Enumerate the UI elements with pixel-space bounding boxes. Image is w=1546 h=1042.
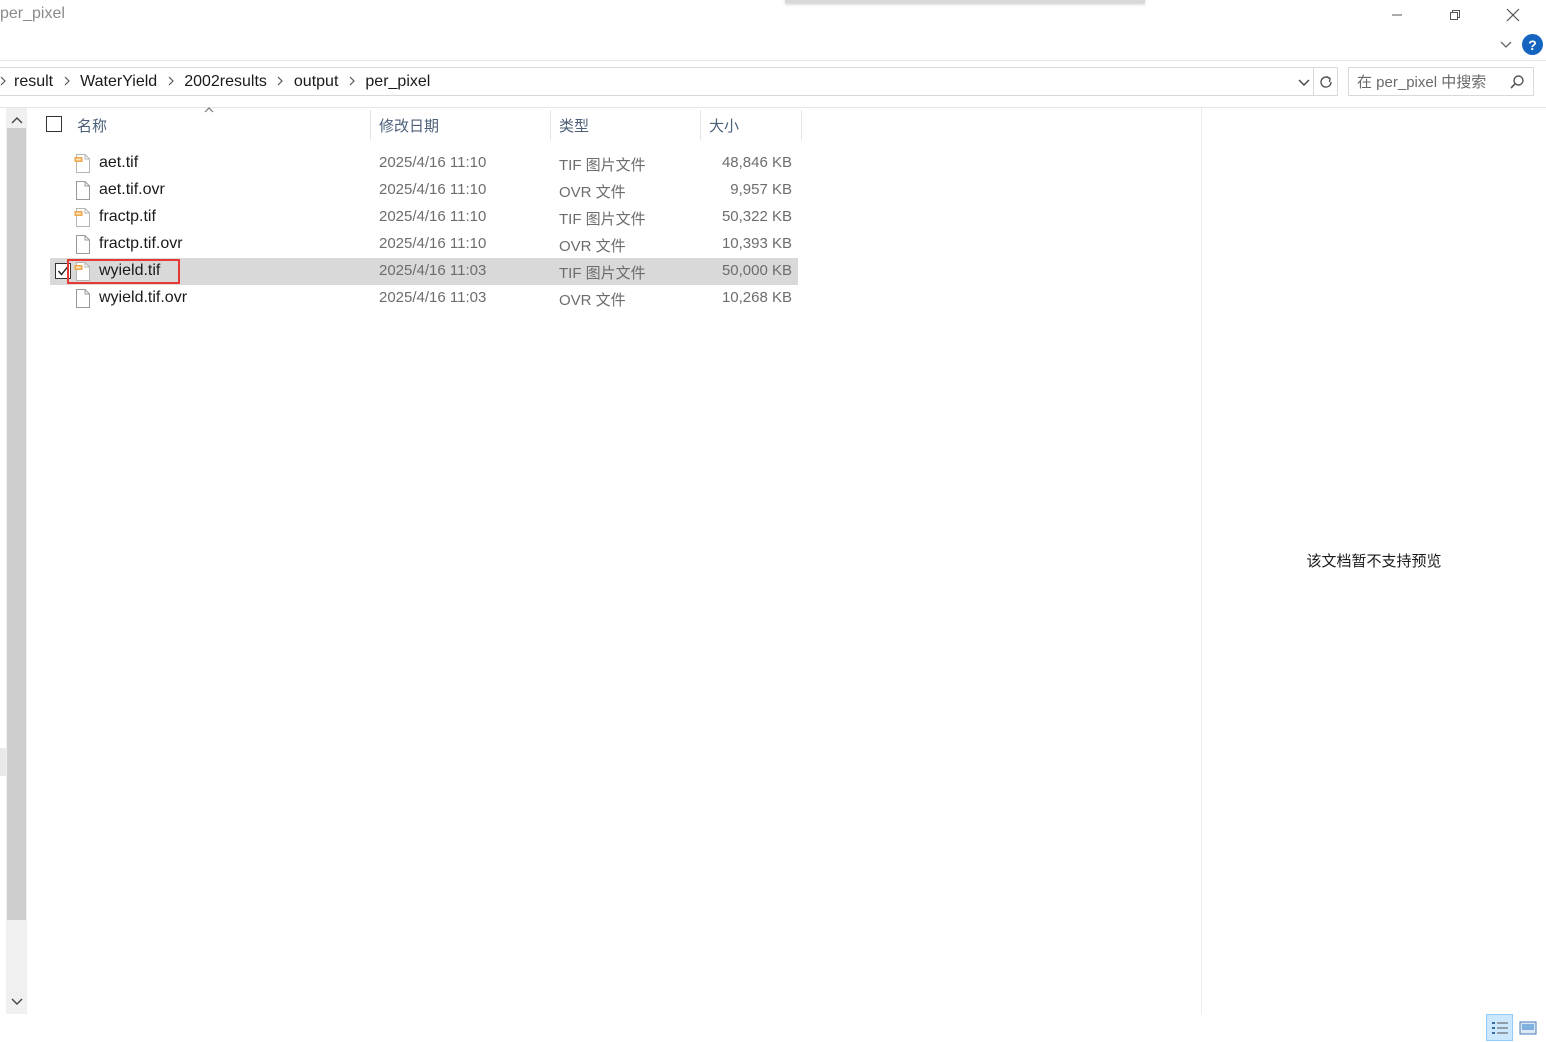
tif-image-icon [74,154,91,173]
chevron-down-icon [1500,41,1512,48]
file-date: 2025/4/16 11:10 [379,208,487,225]
column-header-name[interactable]: 名称 [77,110,369,140]
file-size: 48,846 KB [721,154,792,171]
breadcrumb-item[interactable]: 2002results [184,73,267,91]
chevron-right-icon[interactable] [267,75,294,89]
file-type: TIF 图片文件 [559,157,646,174]
file-row-selected[interactable]: wyield.tif 2025/4/16 11:03 TIF 图片文件 50,0… [50,258,798,285]
column-header-size[interactable]: 大小 [709,110,799,140]
address-history-button[interactable] [1296,74,1312,90]
chevron-right-icon[interactable] [157,75,184,89]
file-name[interactable]: aet.tif.ovr [99,181,165,199]
column-divider[interactable] [801,110,802,140]
chevron-up-icon [11,117,22,124]
file-type: OVR 文件 [559,238,626,255]
scroll-up-button[interactable] [6,112,27,128]
column-header-label: 类型 [559,117,590,135]
file-row[interactable]: aet.tif.ovr 2025/4/16 11:10 OVR 文件 9,957… [50,177,798,204]
details-view-button[interactable] [1486,1014,1513,1041]
file-name[interactable]: wyield.tif [99,262,160,280]
file-row[interactable]: wyield.tif.ovr 2025/4/16 11:03 OVR 文件 10… [50,285,798,312]
chevron-right-icon[interactable] [338,75,365,89]
breadcrumb: result WaterYield 2002results output per… [0,68,430,95]
close-icon [1506,8,1520,22]
expand-ribbon-button[interactable] [1498,36,1514,52]
breadcrumb-item[interactable]: per_pixel [365,73,430,91]
file-row[interactable]: fractp.tif 2025/4/16 11:10 TIF 图片文件 50,3… [50,204,798,231]
refresh-button[interactable] [1314,67,1338,96]
popup-edge [785,0,1145,3]
file-size: 50,000 KB [721,262,792,279]
file-row[interactable]: aet.tif 2025/4/16 11:10 TIF 图片文件 48,846 … [50,150,798,177]
file-size: 50,322 KB [721,208,792,225]
minimize-icon [1392,14,1402,16]
file-type: TIF 图片文件 [559,211,646,228]
minimize-button[interactable] [1368,0,1426,30]
tif-image-icon [74,208,91,227]
details-view-icon [1491,1021,1508,1034]
breadcrumb-item[interactable]: output [294,73,338,91]
file-date: 2025/4/16 11:10 [379,154,487,171]
column-divider[interactable] [700,110,701,140]
breadcrumb-item[interactable]: result [14,73,53,91]
large-icons-view-icon [1519,1021,1537,1035]
breadcrumb-item[interactable]: WaterYield [80,73,157,91]
blank-file-icon [74,235,91,254]
close-button[interactable] [1484,0,1542,30]
column-header-label: 大小 [709,117,740,135]
checkmark-icon [57,266,69,276]
restore-button[interactable] [1426,0,1484,30]
address-bar[interactable]: result WaterYield 2002results output per… [0,67,1314,96]
divider [0,107,1546,108]
search-icon[interactable] [1509,74,1525,90]
restore-icon [1450,10,1460,20]
file-size: 9,957 KB [730,181,792,198]
column-divider[interactable] [370,110,371,140]
file-name[interactable]: fractp.tif [99,208,156,226]
window-title: per_pixel [0,5,65,22]
tif-image-icon [74,262,91,281]
divider [0,60,1546,61]
file-date: 2025/4/16 11:10 [379,235,487,252]
blank-file-icon [74,289,91,308]
file-name[interactable]: aet.tif [99,154,138,172]
column-divider[interactable] [550,110,551,140]
blank-file-icon [74,181,91,200]
help-icon[interactable]: ? [1522,34,1543,55]
file-type: OVR 文件 [559,184,626,201]
chevron-down-icon [1298,79,1310,86]
large-icons-view-button[interactable] [1516,1016,1540,1040]
preview-message: 该文档暂不支持预览 [1306,553,1442,570]
scrollbar-thumb[interactable] [7,128,26,920]
chevron-right-icon[interactable] [0,75,14,89]
file-name[interactable]: wyield.tif.ovr [99,289,187,307]
search-box[interactable] [1348,67,1534,96]
file-size: 10,268 KB [721,289,792,306]
file-type: TIF 图片文件 [559,265,646,282]
search-input[interactable] [1357,72,1507,92]
file-date: 2025/4/16 11:03 [379,289,487,306]
chevron-right-icon[interactable] [53,75,80,89]
title-bar: per_pixel [0,0,1546,34]
file-date: 2025/4/16 11:03 [379,262,487,279]
row-checkbox[interactable] [55,263,71,279]
file-size: 10,393 KB [721,235,792,252]
refresh-icon [1319,75,1332,88]
vertical-scrollbar[interactable] [6,108,27,1014]
file-name[interactable]: fractp.tif.ovr [99,235,183,253]
column-header-type[interactable]: 类型 [559,110,699,140]
file-date: 2025/4/16 11:10 [379,181,487,198]
column-header-label: 名称 [77,117,108,135]
scroll-down-button[interactable] [6,994,27,1010]
chevron-down-icon [11,998,22,1005]
column-header-date[interactable]: 修改日期 [379,110,549,140]
file-row[interactable]: fractp.tif.ovr 2025/4/16 11:10 OVR 文件 10… [50,231,798,258]
file-type: OVR 文件 [559,292,626,309]
select-all-checkbox[interactable] [46,116,62,132]
column-header-label: 修改日期 [379,117,440,135]
